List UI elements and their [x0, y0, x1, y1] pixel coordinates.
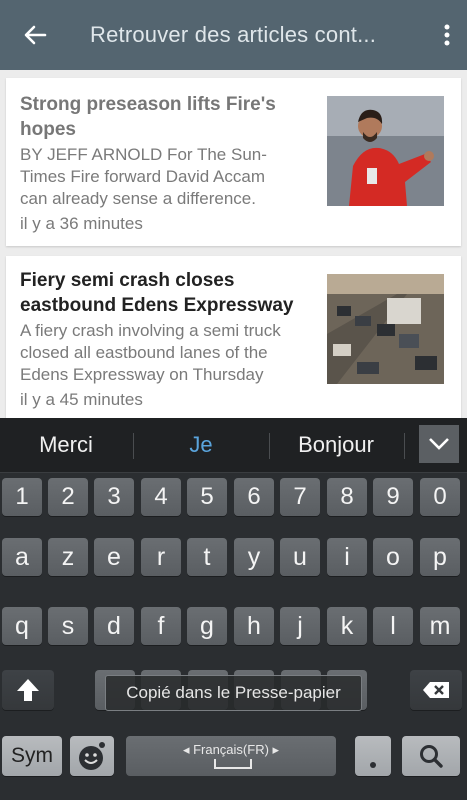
soft-keyboard: Merci Je Bonjour 1 2 3 4 5 6 7 8 9 0 a z… — [0, 418, 467, 800]
more-vertical-icon — [444, 24, 450, 46]
key-m[interactable]: m — [420, 607, 460, 645]
shift-arrow-icon — [17, 679, 39, 701]
key-y[interactable]: y — [234, 538, 274, 576]
suggestion-merci[interactable]: Merci — [0, 418, 132, 472]
backspace-icon — [423, 682, 449, 698]
back-button[interactable] — [0, 0, 70, 70]
key-5[interactable]: 5 — [187, 478, 227, 516]
period-icon — [370, 762, 376, 768]
snippet-line: BY JEFF ARNOLD For The Sun- — [20, 145, 267, 164]
suggestion-je[interactable]: Je — [134, 418, 268, 472]
shift-key[interactable] — [2, 670, 54, 710]
headline-line: Fiery semi crash closes — [20, 270, 235, 291]
chevron-right-icon: ▸ — [268, 742, 280, 757]
period-key[interactable] — [355, 736, 391, 776]
backspace-key[interactable] — [410, 670, 462, 710]
language-label: ◂ Français(FR) ▸ — [126, 742, 336, 758]
key-a[interactable]: a — [2, 538, 42, 576]
headline-line: Strong preseason lifts Fire's — [20, 94, 276, 115]
article-thumbnail[interactable] — [327, 274, 444, 384]
snippet-line: can already sense a difference. — [20, 189, 256, 208]
key-h[interactable]: h — [234, 607, 274, 645]
snippet-line: Edens Expressway on Thursday — [20, 365, 264, 384]
key-q[interactable]: q — [2, 607, 42, 645]
key-s[interactable]: s — [48, 607, 88, 645]
article-headline: Strong preseason lifts Fire's hopes — [20, 92, 310, 142]
suggestion-bonjour[interactable]: Bonjour — [270, 418, 402, 472]
article-headline: Fiery semi crash closes eastbound Edens … — [20, 268, 310, 318]
space-icon — [214, 759, 252, 769]
headline-line: hopes — [20, 119, 76, 140]
article-feed: Strong preseason lifts Fire's hopes BY J… — [0, 70, 467, 418]
key-k[interactable]: k — [327, 607, 367, 645]
headline-line: eastbound Edens Expressway — [20, 295, 294, 316]
key-3[interactable]: 3 — [94, 478, 134, 516]
key-i[interactable]: i — [327, 538, 367, 576]
key-8[interactable]: 8 — [327, 478, 367, 516]
chevron-left-icon: ◂ — [182, 742, 194, 757]
collapse-suggestions-button[interactable] — [419, 425, 459, 463]
key-0[interactable]: 0 — [420, 478, 460, 516]
key-d[interactable]: d — [94, 607, 134, 645]
key-f[interactable]: f — [141, 607, 181, 645]
key-7[interactable]: 7 — [280, 478, 320, 516]
snippet-line: closed all eastbound lanes of the — [20, 343, 268, 362]
article-snippet: BY JEFF ARNOLD For The Sun- Times Fire f… — [20, 144, 320, 210]
article-card[interactable]: Fiery semi crash closes eastbound Edens … — [6, 256, 461, 418]
suggestion-bar: Merci Je Bonjour — [0, 418, 467, 473]
key-6[interactable]: 6 — [234, 478, 274, 516]
key-9[interactable]: 9 — [373, 478, 413, 516]
article-timestamp: il y a 36 minutes — [20, 214, 143, 233]
sym-key[interactable]: Sym — [2, 736, 62, 776]
emoji-key[interactable] — [70, 736, 114, 776]
language-name: Français(FR) — [193, 742, 269, 757]
back-arrow-icon — [24, 25, 47, 45]
overflow-menu-button[interactable] — [427, 0, 467, 70]
key-o[interactable]: o — [373, 538, 413, 576]
page-title: Retrouver des articles cont... — [90, 22, 377, 47]
key-2[interactable]: 2 — [48, 478, 88, 516]
space-bar[interactable]: ◂ Français(FR) ▸ — [126, 736, 336, 776]
key-e[interactable]: e — [94, 538, 134, 576]
app-bar: Retrouver des articles cont... — [0, 0, 467, 70]
key-1[interactable]: 1 — [2, 478, 42, 516]
key-u[interactable]: u — [280, 538, 320, 576]
key-z[interactable]: z — [48, 538, 88, 576]
clipboard-toast: Copié dans le Presse-papier — [105, 675, 362, 711]
snippet-line: Times Fire forward David Accam — [20, 167, 265, 186]
key-l[interactable]: l — [373, 607, 413, 645]
snippet-line: A fiery crash involving a semi truck — [20, 321, 281, 340]
article-card[interactable]: Strong preseason lifts Fire's hopes BY J… — [6, 78, 461, 246]
search-icon — [420, 745, 443, 768]
key-p[interactable]: p — [420, 538, 460, 576]
key-4[interactable]: 4 — [141, 478, 181, 516]
key-t[interactable]: t — [187, 538, 227, 576]
search-key[interactable] — [402, 736, 460, 776]
article-snippet: A fiery crash involving a semi truck clo… — [20, 320, 320, 386]
key-g[interactable]: g — [187, 607, 227, 645]
article-timestamp: il y a 45 minutes — [20, 390, 143, 409]
key-r[interactable]: r — [141, 538, 181, 576]
key-j[interactable]: j — [280, 607, 320, 645]
article-thumbnail[interactable] — [327, 96, 444, 206]
emoji-icon — [79, 742, 105, 770]
suggestion-divider — [404, 433, 405, 459]
chevron-down-icon — [429, 438, 449, 450]
